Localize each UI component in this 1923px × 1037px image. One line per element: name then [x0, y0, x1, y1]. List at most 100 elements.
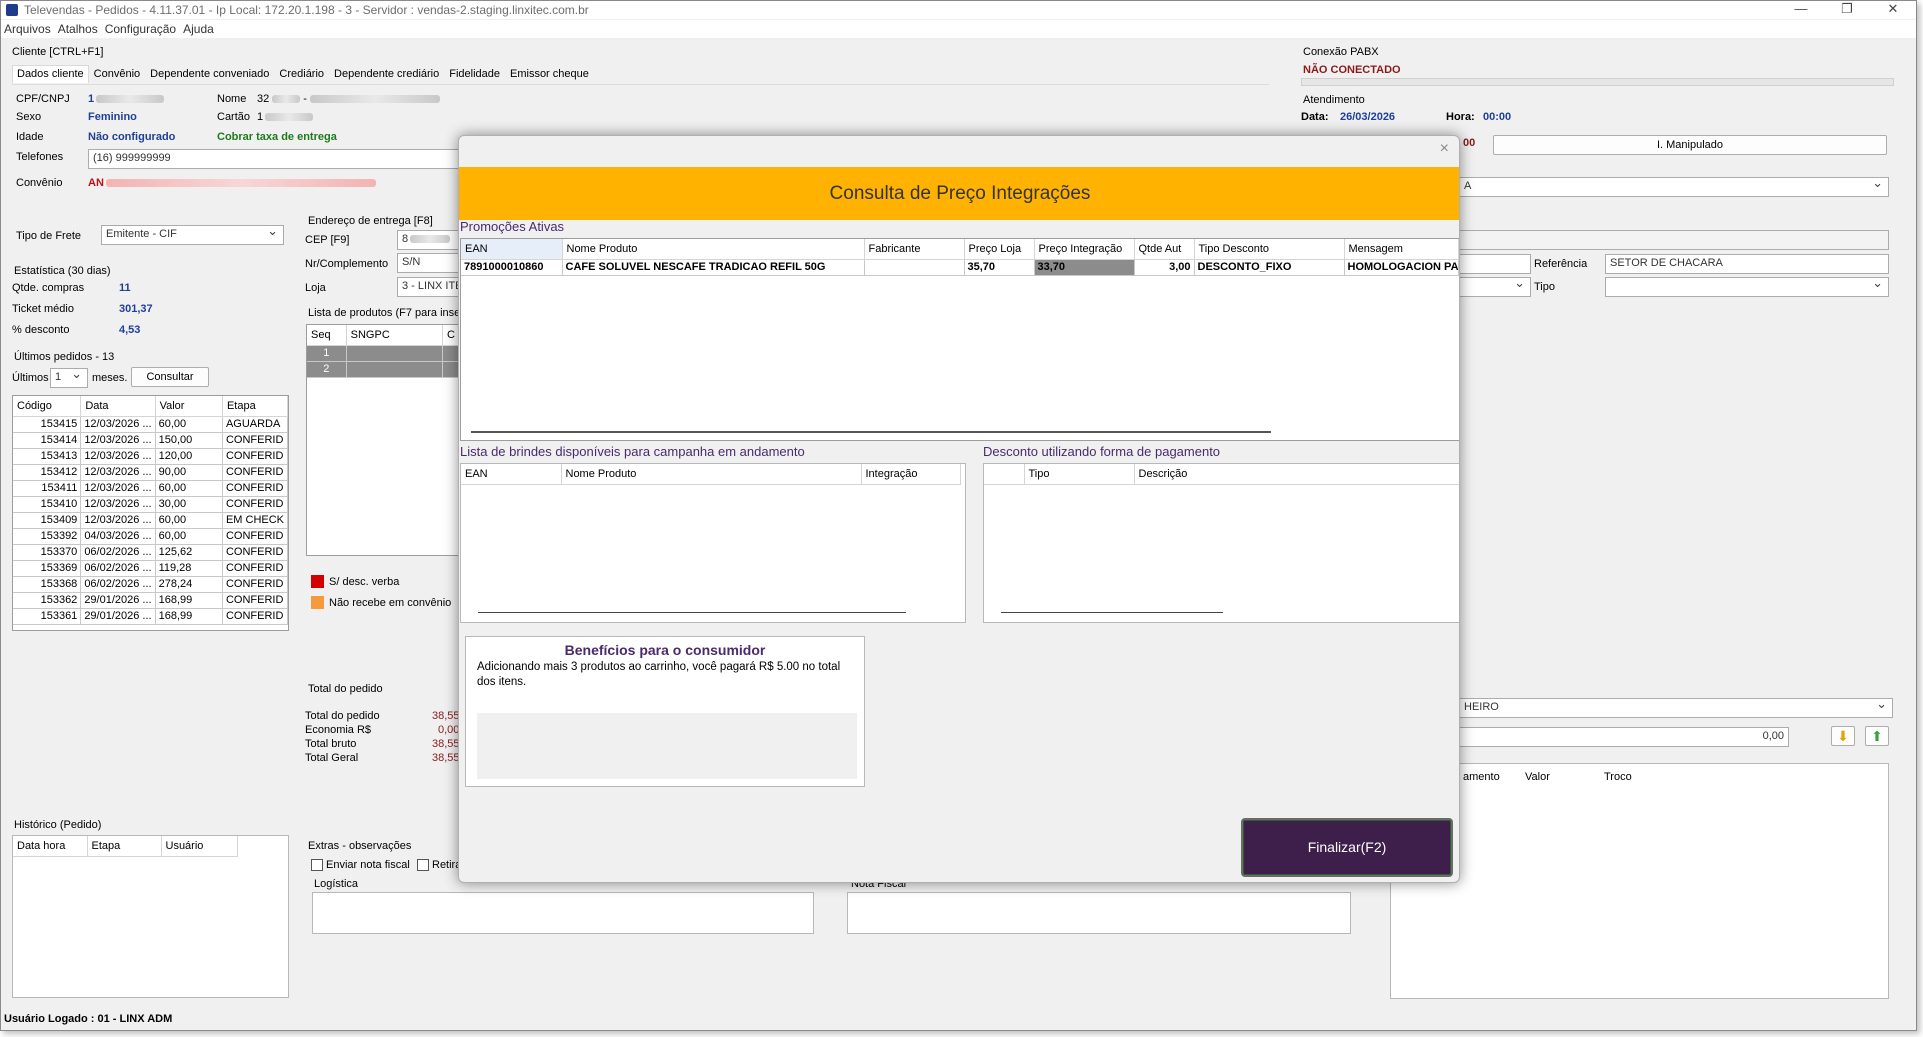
- tipo-combo[interactable]: [1605, 277, 1889, 297]
- table-row[interactable]: 153392 04/03/2026 ... 60,00 CONFERID: [13, 528, 288, 545]
- table-row[interactable]: 153368 06/02/2026 ... 278,24 CONFERID: [13, 576, 288, 593]
- convenio-value: AN: [88, 177, 376, 189]
- pedido-data: 04/03/2026 ...: [80, 528, 156, 545]
- ticket-value: 301,37: [119, 303, 153, 315]
- table-row[interactable]: 153411 12/03/2026 ... 60,00 CONFERID: [13, 480, 288, 497]
- endereco-field[interactable]: [1459, 230, 1889, 250]
- produto-row[interactable]: 1: [307, 345, 460, 362]
- menu-ajuda[interactable]: Ajuda: [183, 20, 214, 38]
- table-row[interactable]: 153369 06/02/2026 ... 119,28 CONFERID: [13, 560, 288, 577]
- loja-field[interactable]: 3 - LINX ITE: [397, 277, 459, 297]
- table-row[interactable]: 153361 29/01/2026 ... 168,99 CONFERID: [13, 608, 288, 625]
- atendimento-combo[interactable]: A: [1459, 177, 1889, 197]
- tab-emissor-cheque[interactable]: Emissor cheque: [505, 65, 594, 83]
- brindes-scrollbar[interactable]: [478, 612, 906, 613]
- col-etapa-hist[interactable]: Etapa: [87, 836, 162, 857]
- col-preco-loja[interactable]: Preço Loja: [964, 239, 1035, 260]
- close-icon[interactable]: ×: [1440, 140, 1449, 158]
- col-desconto-select[interactable]: [984, 464, 1025, 485]
- cidade-combo[interactable]: [1459, 277, 1531, 297]
- col-desconto-descricao[interactable]: Descrição: [1134, 464, 1459, 485]
- menu-arquivos[interactable]: Arquivos: [4, 20, 51, 38]
- tab-crediario[interactable]: Crediário: [274, 65, 329, 83]
- promocoes-scrollbar[interactable]: [471, 431, 1271, 433]
- cep-field[interactable]: 8: [397, 230, 459, 250]
- col-c[interactable]: C: [442, 325, 460, 346]
- col-valor-pagamento[interactable]: Valor: [1525, 771, 1550, 783]
- valor-pagamento-field[interactable]: 0,00: [1459, 727, 1789, 747]
- convenio-label: Convênio: [16, 177, 63, 189]
- table-row[interactable]: 153412 12/03/2026 ... 90,00 CONFERID: [13, 464, 288, 481]
- tab-dados-cliente[interactable]: Dados cliente: [12, 65, 89, 83]
- minimize-icon[interactable]: —: [1778, 1, 1824, 19]
- cliente-tabs: Dados cliente Convênio Dependente conven…: [12, 65, 594, 83]
- col-sngpc[interactable]: SNGPC: [346, 325, 444, 346]
- tab-dependente-crediario[interactable]: Dependente crediário: [329, 65, 444, 83]
- manipulado-button[interactable]: I. Manipulado: [1493, 135, 1887, 155]
- telefones-field[interactable]: (16) 999999999: [88, 149, 460, 169]
- up-arrow-icon[interactable]: ⬆: [1865, 726, 1889, 746]
- cliente-group-label: Cliente [CTRL+F1]: [12, 46, 104, 58]
- enviar-nota-checkbox[interactable]: Enviar nota fiscal: [311, 859, 410, 872]
- tab-fidelidade[interactable]: Fidelidade: [444, 65, 505, 83]
- col-tipo-desconto[interactable]: Tipo Desconto: [1194, 239, 1345, 260]
- table-row[interactable]: 153410 12/03/2026 ... 30,00 CONFERID: [13, 496, 288, 513]
- ultimos-meses-combo[interactable]: 1: [50, 368, 88, 388]
- frete-combo[interactable]: Emitente - CIF: [101, 225, 284, 245]
- col-valor[interactable]: Valor: [155, 396, 223, 417]
- col-desconto-tipo[interactable]: Tipo: [1024, 464, 1135, 485]
- tab-convenio[interactable]: Convênio: [89, 65, 145, 83]
- desconto-pagamento-grid: Tipo Descrição: [983, 463, 1459, 623]
- forma-pagamento-combo[interactable]: HEIRO: [1459, 698, 1893, 718]
- col-seq[interactable]: Seq: [307, 325, 347, 346]
- col-brinde-nome[interactable]: Nome Produto: [561, 464, 862, 485]
- table-row[interactable]: 153370 06/02/2026 ... 125,62 CONFERID: [13, 544, 288, 561]
- desconto-scrollbar[interactable]: [1001, 612, 1223, 613]
- col-etapa[interactable]: Etapa: [222, 396, 288, 417]
- col-qtde-aut[interactable]: Qtde Aut: [1134, 239, 1195, 260]
- col-brinde-ean[interactable]: EAN: [461, 464, 562, 485]
- col-data-hora[interactable]: Data hora: [13, 836, 88, 857]
- table-row[interactable]: 153415 12/03/2026 ... 60,00 AGUARDA: [13, 416, 288, 433]
- promo-row[interactable]: 7891000010860 CAFE SOLUVEL NESCAFE TRADI…: [461, 259, 1459, 276]
- extras-label: Extras - observações: [308, 840, 412, 852]
- nr-complemento-field[interactable]: S/N: [397, 253, 459, 273]
- col-ean[interactable]: EAN: [461, 239, 563, 260]
- produto-row[interactable]: 2: [307, 361, 460, 378]
- table-row[interactable]: 153362 29/01/2026 ... 168,99 CONFERID: [13, 592, 288, 609]
- table-row[interactable]: 153414 12/03/2026 ... 150,00 CONFERID: [13, 432, 288, 449]
- table-row[interactable]: 153409 12/03/2026 ... 60,00 EM CHECK: [13, 512, 288, 529]
- col-forma-pagamento[interactable]: amento: [1463, 771, 1500, 783]
- promo-preco-integracao: 33,70: [1034, 259, 1135, 276]
- col-troco[interactable]: Troco: [1604, 771, 1632, 783]
- bairro-field[interactable]: [1459, 254, 1531, 274]
- pedido-etapa: CONFERID: [222, 608, 288, 625]
- col-nome-produto[interactable]: Nome Produto: [562, 239, 865, 260]
- finalizar-button[interactable]: Finalizar(F2): [1241, 818, 1453, 877]
- table-row[interactable]: 153413 12/03/2026 ... 120,00 CONFERID: [13, 448, 288, 465]
- nota-fiscal-field[interactable]: [847, 892, 1351, 934]
- col-mensagem[interactable]: Mensagem: [1344, 239, 1459, 260]
- col-brinde-integracao[interactable]: Integração: [861, 464, 961, 485]
- col-data[interactable]: Data: [80, 396, 156, 417]
- close-window-icon[interactable]: ✕: [1870, 1, 1916, 19]
- logistica-label: Logística: [314, 878, 359, 890]
- col-usuario[interactable]: Usuário: [161, 836, 238, 857]
- maximize-icon[interactable]: ❐: [1824, 1, 1870, 19]
- menu-atalhos[interactable]: Atalhos: [58, 20, 98, 38]
- pedido-valor: 150,00: [155, 432, 223, 449]
- data-label: Data:: [1301, 111, 1329, 123]
- col-fabricante[interactable]: Fabricante: [864, 239, 965, 260]
- retira-checkbox[interactable]: Retira: [417, 859, 461, 872]
- menu-configuracao[interactable]: Configuração: [105, 20, 176, 38]
- cpf-label: CPF/CNPJ: [16, 93, 70, 105]
- tab-dependente-conveniado[interactable]: Dependente conveniado: [145, 65, 274, 83]
- pedido-data: 12/03/2026 ...: [80, 496, 156, 513]
- ticket-label: Ticket médio: [12, 303, 74, 315]
- logistica-field[interactable]: [312, 892, 814, 934]
- col-preco-integracao[interactable]: Preço Integração: [1034, 239, 1135, 260]
- consultar-button[interactable]: Consultar: [131, 367, 209, 387]
- col-codigo[interactable]: Código: [13, 396, 82, 417]
- down-arrow-icon[interactable]: ⬇: [1831, 726, 1855, 746]
- referencia-field[interactable]: SETOR DE CHACARA: [1605, 254, 1889, 274]
